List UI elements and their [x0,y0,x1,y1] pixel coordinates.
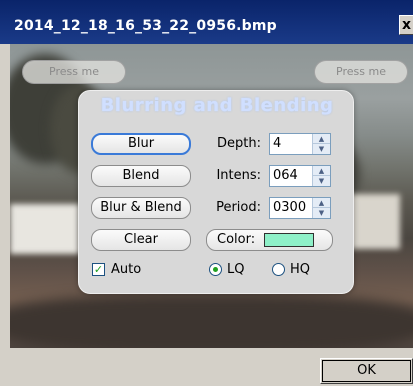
spin-down-icon[interactable]: ▼ [313,176,330,186]
depth-label: Depth: [217,136,261,151]
intens-label: Intens: [216,168,261,183]
clear-button[interactable]: Clear [91,229,191,251]
intens-value[interactable]: 064 [273,168,298,183]
color-button[interactable]: Color: [206,229,333,251]
close-button[interactable]: x [399,15,413,35]
depth-spin-arrows[interactable]: ▲ ▼ [312,134,330,154]
color-label: Color: [217,232,256,247]
depth-value[interactable]: 4 [273,136,281,151]
hq-radio[interactable] [272,263,285,276]
house-shape [10,204,80,254]
ground-shape [10,294,413,348]
blur-and-blend-button[interactable]: Blur & Blend [91,197,191,219]
lq-radio[interactable] [209,263,222,276]
intens-spinner[interactable]: 064 ▲ ▼ [269,165,331,187]
dialog-footer: OK [10,348,413,386]
period-spin-arrows[interactable]: ▲ ▼ [312,198,330,218]
panel-title: Blurring and Blending [100,95,334,116]
left-frame [0,44,10,386]
background-press-me-button-left[interactable]: Press me [22,60,126,84]
auto-checkbox[interactable]: ✓ [92,263,105,276]
window-title: 2014_12_18_16_53_22_0956.bmp [14,18,277,34]
color-swatch[interactable] [264,233,314,247]
lq-label: LQ [227,262,245,277]
intens-spin-arrows[interactable]: ▲ ▼ [312,166,330,186]
spin-down-icon[interactable]: ▼ [313,208,330,218]
app-window: 2014_12_18_16_53_22_0956.bmp x Press me … [0,0,413,386]
period-label: Period: [216,200,261,215]
hq-label: HQ [290,262,311,277]
blurring-blending-panel: Blurring and Blending Blur Blend Blur & … [78,90,354,294]
title-bar: 2014_12_18_16_53_22_0956.bmp x [0,0,413,44]
auto-label: Auto [111,262,142,277]
background-press-me-button-right[interactable]: Press me [314,60,408,84]
ok-button[interactable]: OK [320,358,413,384]
spin-down-icon[interactable]: ▼ [313,144,330,154]
period-value[interactable]: 0300 [273,200,306,215]
depth-spinner[interactable]: 4 ▲ ▼ [269,133,331,155]
spin-up-icon[interactable]: ▲ [313,134,330,144]
spin-up-icon[interactable]: ▲ [313,198,330,208]
spin-up-icon[interactable]: ▲ [313,166,330,176]
blur-button[interactable]: Blur [91,133,191,155]
blend-button[interactable]: Blend [91,165,191,187]
period-spinner[interactable]: 0300 ▲ ▼ [269,197,331,219]
